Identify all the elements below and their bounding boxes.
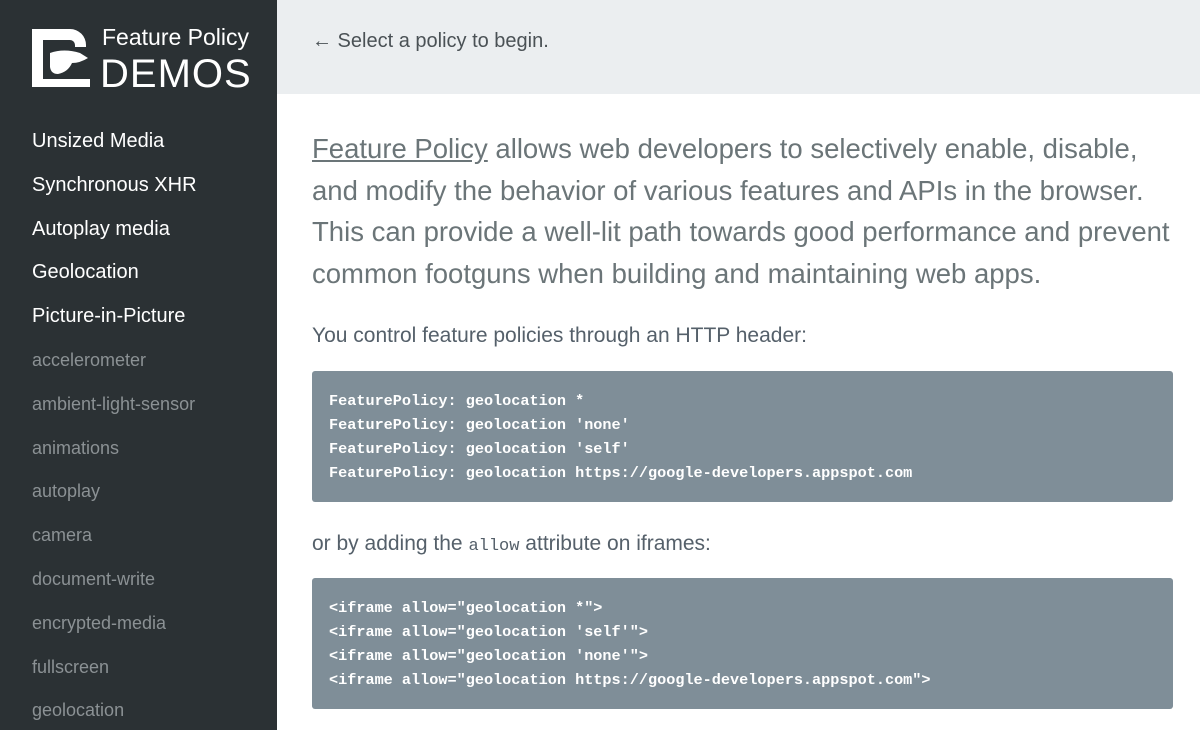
brand[interactable]: Feature Policy DEMOS	[30, 22, 260, 96]
code-line: FeaturePolicy: geolocation *	[329, 392, 585, 410]
code-line: FeaturePolicy: geolocation https://googl…	[329, 464, 913, 482]
allow-code: allow	[468, 537, 520, 556]
http-header-code-block: FeaturePolicy: geolocation * FeaturePolic…	[312, 371, 1173, 502]
sidebar-item-picture-in-picture[interactable]: Picture-in-Picture	[32, 300, 197, 344]
sidebar-item-autoplay-media[interactable]: Autoplay media	[32, 213, 197, 257]
feature-policy-link[interactable]: Feature Policy	[312, 133, 488, 164]
top-bar: ← Select a policy to begin.	[277, 0, 1200, 94]
code-line: FeaturePolicy: geolocation 'none'	[329, 416, 630, 434]
http-header-paragraph: You control feature policies through an …	[312, 324, 807, 347]
select-policy-message: ← Select a policy to begin.	[312, 30, 549, 52]
intro-paragraph: Feature Policy allows web developers to …	[312, 128, 1174, 294]
brand-title: Feature Policy	[102, 24, 250, 50]
iframe-code-block: <iframe allow="geolocation *"> <iframe al…	[312, 578, 1173, 709]
sidebar-nav: Unsized Media Synchronous XHR Autoplay med…	[32, 125, 197, 730]
code-line: <iframe allow="geolocation 'none'">	[329, 647, 648, 665]
sidebar-item-document-write[interactable]: document-write	[32, 563, 197, 607]
main-content: Feature Policy allows web developers to …	[312, 128, 1174, 709]
iframe-para-after: attribute on iframes:	[519, 532, 711, 555]
code-line: <iframe allow="geolocation *">	[329, 599, 603, 617]
sidebar-item-synchronous-xhr[interactable]: Synchronous XHR	[32, 169, 197, 213]
sidebar: Feature Policy DEMOS Unsized Media Synchr…	[0, 0, 277, 730]
sidebar-item-geolocation[interactable]: Geolocation	[32, 256, 197, 300]
sidebar-item-camera[interactable]: camera	[32, 519, 197, 563]
brand-subtitle: DEMOS	[100, 52, 252, 96]
chrome-logo-icon	[32, 29, 90, 87]
sidebar-item-fullscreen[interactable]: fullscreen	[32, 651, 197, 695]
sidebar-item-animations[interactable]: animations	[32, 432, 197, 476]
sidebar-item-autoplay[interactable]: autoplay	[32, 475, 197, 519]
iframe-para-before: or by adding the	[312, 532, 469, 555]
code-line: <iframe allow="geolocation 'self'">	[329, 623, 648, 641]
code-line: FeaturePolicy: geolocation 'self'	[329, 440, 630, 458]
sidebar-item-encrypted-media[interactable]: encrypted-media	[32, 607, 197, 651]
sidebar-item-unsized-media[interactable]: Unsized Media	[32, 125, 197, 169]
sidebar-item-ambient-light-sensor[interactable]: ambient-light-sensor	[32, 388, 197, 432]
sidebar-item-geolocation[interactable]: geolocation	[32, 694, 197, 730]
sidebar-item-accelerometer[interactable]: accelerometer	[32, 344, 197, 388]
iframe-paragraph: or by adding the allow attribute on ifra…	[312, 532, 711, 556]
code-line: <iframe allow="geolocation https://googl…	[329, 671, 931, 689]
